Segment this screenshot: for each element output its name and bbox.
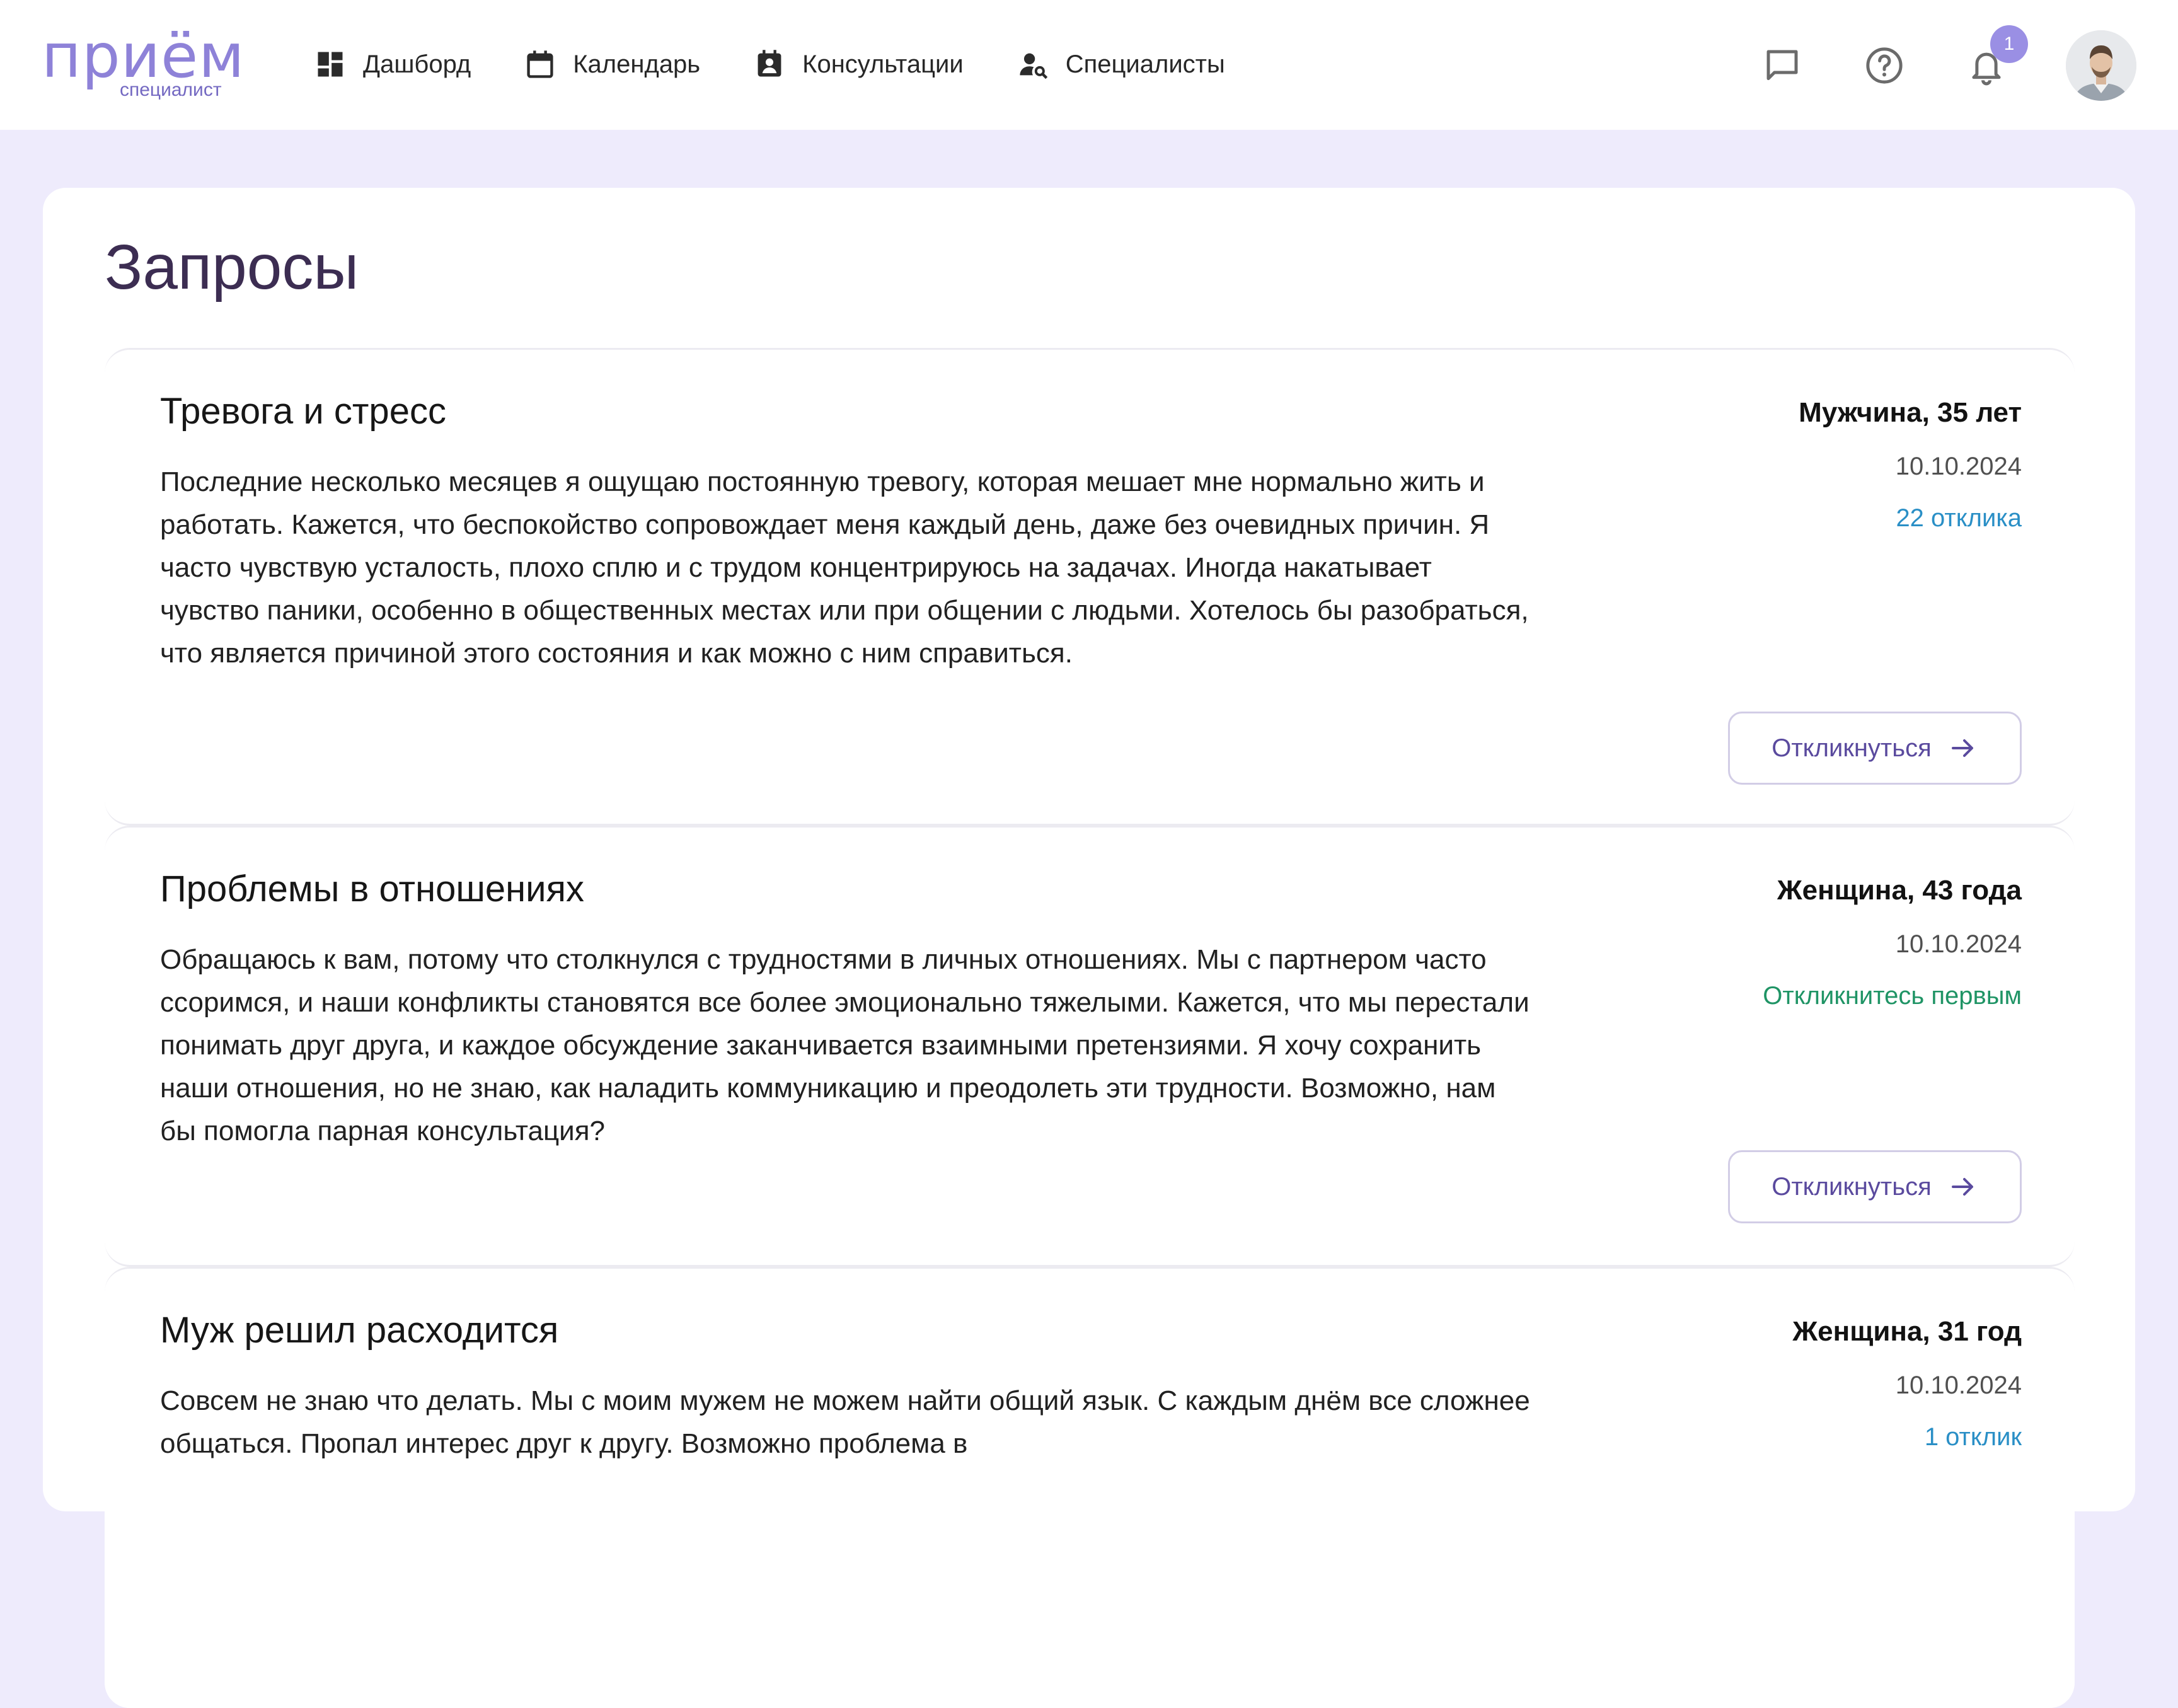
messages-button[interactable] bbox=[1760, 43, 1805, 88]
respond-button[interactable]: Откликнуться bbox=[1728, 712, 2022, 785]
requests-panel: Запросы Тревога и стресс Последние неско… bbox=[43, 188, 2135, 1708]
client-info: Женщина, 43 года bbox=[1777, 875, 2022, 906]
logo-subtitle: специалист bbox=[120, 79, 222, 100]
arrow-right-icon bbox=[1951, 739, 1973, 757]
nav-label-consultations: Консультации bbox=[802, 50, 964, 78]
request-card: Тревога и стресс Последние несколько мес… bbox=[105, 348, 2075, 826]
consultations-icon bbox=[758, 50, 781, 77]
request-title: Тревога и стресс bbox=[160, 391, 446, 432]
nav-label-dashboard: Дашборд bbox=[363, 50, 471, 78]
nav-item-specialists[interactable]: Специалисты bbox=[1017, 45, 1225, 83]
respond-button-label: Откликнуться bbox=[1772, 1172, 1932, 1201]
request-card: Проблемы в отношениях Обращаюсь к вам, п… bbox=[105, 826, 2075, 1267]
nav-item-dashboard[interactable]: Дашборд bbox=[314, 45, 471, 83]
responses-status: Откликнитесь первым bbox=[1763, 982, 2022, 1010]
arrow-right-icon bbox=[1951, 1178, 1973, 1196]
request-meta: Мужчина, 35 лет 10.10.2024 22 отклика bbox=[1799, 394, 2022, 535]
user-avatar[interactable] bbox=[2066, 30, 2136, 101]
client-info: Мужчина, 35 лет bbox=[1799, 397, 2022, 428]
request-description: Последние несколько месяцев я ощущаю пос… bbox=[160, 466, 1529, 669]
nav-label-calendar: Календарь bbox=[573, 50, 701, 78]
nav-item-calendar[interactable]: Календарь bbox=[524, 45, 700, 83]
request-description: Совсем не знаю что делать. Мы с моим муж… bbox=[160, 1385, 1530, 1459]
request-title: Проблемы в отношениях bbox=[160, 868, 584, 909]
request-description: Обращаюсь к вам, потому что столкнулся с… bbox=[160, 944, 1530, 1146]
header-actions: 1 bbox=[1760, 25, 2136, 101]
responses-count-link[interactable]: 22 отклика bbox=[1799, 501, 2022, 535]
help-button[interactable] bbox=[1862, 43, 1907, 88]
notifications-button[interactable]: 1 bbox=[1964, 25, 2028, 88]
request-meta: Женщина, 43 года 10.10.2024 Откликнитесь… bbox=[1763, 872, 2022, 1013]
respond-button-label: Откликнуться bbox=[1772, 734, 1932, 762]
calendar-icon bbox=[527, 50, 553, 78]
brand-logo[interactable]: приём специалист bbox=[42, 21, 250, 103]
dashboard-icon bbox=[318, 52, 343, 77]
chat-icon bbox=[1766, 50, 1798, 81]
nav-item-consultations[interactable]: Консультации bbox=[753, 45, 964, 83]
notification-count-badge: 1 bbox=[1990, 25, 2028, 63]
nav-label-specialists: Специалисты bbox=[1065, 50, 1225, 78]
avatar-photo bbox=[2066, 30, 2136, 101]
request-card: Муж решил расходится Совсем не знаю что … bbox=[105, 1267, 2075, 1708]
request-date: 10.10.2024 bbox=[1895, 930, 2022, 958]
responses-count-link[interactable]: 1 отклик bbox=[1792, 1420, 2022, 1454]
request-title: Муж решил расходится bbox=[160, 1310, 559, 1351]
request-meta: Женщина, 31 год 10.10.2024 1 отклик bbox=[1792, 1313, 2022, 1454]
client-info: Женщина, 31 год bbox=[1792, 1316, 2022, 1347]
specialists-icon bbox=[1020, 53, 1047, 79]
page-title: Запросы bbox=[105, 232, 359, 303]
main-nav: Дашборд Календарь Консультации Специалис… bbox=[314, 45, 1278, 83]
respond-button[interactable]: Откликнуться bbox=[1728, 1150, 2022, 1223]
top-header: приём специалист Дашборд Календарь Консу… bbox=[0, 0, 2178, 130]
request-date: 10.10.2024 bbox=[1895, 1371, 2022, 1399]
help-icon bbox=[1866, 47, 1903, 84]
request-date: 10.10.2024 bbox=[1895, 453, 2022, 480]
